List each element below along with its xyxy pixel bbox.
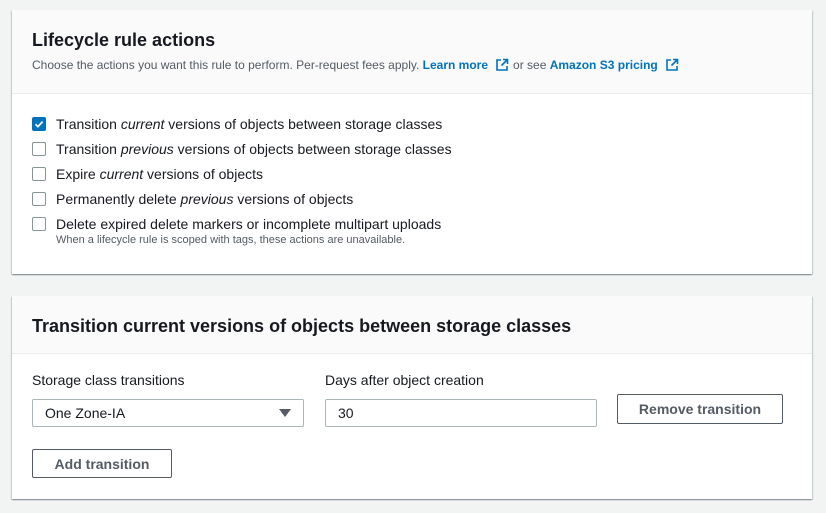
- action-label: Transition current versions of objects b…: [56, 116, 443, 132]
- learn-more-link[interactable]: Learn more: [423, 57, 513, 73]
- caret-down-icon: [279, 409, 291, 417]
- check-icon: [34, 120, 44, 128]
- storage-class-select[interactable]: One Zone-IA: [32, 399, 304, 427]
- storage-class-label: Storage class transitions: [32, 372, 185, 388]
- lifecycle-panel-description: Choose the actions you want this rule to…: [32, 57, 792, 73]
- checkbox-transition-previous[interactable]: [32, 142, 46, 156]
- lifecycle-actions-list: Transition current versions of objects b…: [32, 115, 452, 247]
- action-transition-current[interactable]: Transition current versions of objects b…: [32, 115, 452, 140]
- lifecycle-rule-actions-panel: Lifecycle rule actions Choose the action…: [12, 10, 812, 274]
- s3-pricing-label: Amazon S3 pricing: [549, 58, 658, 72]
- action-expire-current[interactable]: Expire current versions of objects: [32, 165, 452, 190]
- action-label: Delete expired delete markers or incompl…: [56, 216, 442, 232]
- action-transition-previous[interactable]: Transition previous versions of objects …: [32, 140, 452, 165]
- checkbox-delete-previous[interactable]: [32, 192, 46, 206]
- checkbox-transition-current[interactable]: [32, 117, 46, 131]
- external-link-icon: [495, 58, 509, 72]
- transition-current-panel: Transition current versions of objects b…: [12, 296, 812, 499]
- action-label: Transition previous versions of objects …: [56, 141, 452, 157]
- transition-panel-header: Transition current versions of objects b…: [12, 296, 812, 354]
- add-transition-button[interactable]: Add transition: [32, 449, 172, 478]
- days-label: Days after object creation: [325, 372, 484, 388]
- description-text: Choose the actions you want this rule to…: [32, 58, 420, 72]
- storage-class-value: One Zone-IA: [45, 405, 126, 421]
- action-label: Expire current versions of objects: [56, 166, 263, 182]
- remove-transition-button[interactable]: Remove transition: [617, 394, 783, 424]
- action-label: Permanently delete previous versions of …: [56, 191, 354, 207]
- checkbox-delete-markers[interactable]: [32, 217, 46, 231]
- action-delete-previous[interactable]: Permanently delete previous versions of …: [32, 190, 452, 215]
- days-input[interactable]: [325, 399, 597, 427]
- s3-pricing-link[interactable]: Amazon S3 pricing: [550, 57, 683, 73]
- lifecycle-panel-header: Lifecycle rule actions Choose the action…: [12, 10, 812, 94]
- learn-more-label: Learn more: [422, 58, 489, 72]
- checkbox-expire-current[interactable]: [32, 167, 46, 181]
- or-see-text: or see: [513, 58, 547, 72]
- transition-panel-title: Transition current versions of objects b…: [32, 316, 572, 336]
- external-link-icon: [665, 58, 679, 72]
- lifecycle-panel-title: Lifecycle rule actions: [32, 30, 216, 50]
- actions-hint: When a lifecycle rule is scoped with tag…: [56, 234, 406, 246]
